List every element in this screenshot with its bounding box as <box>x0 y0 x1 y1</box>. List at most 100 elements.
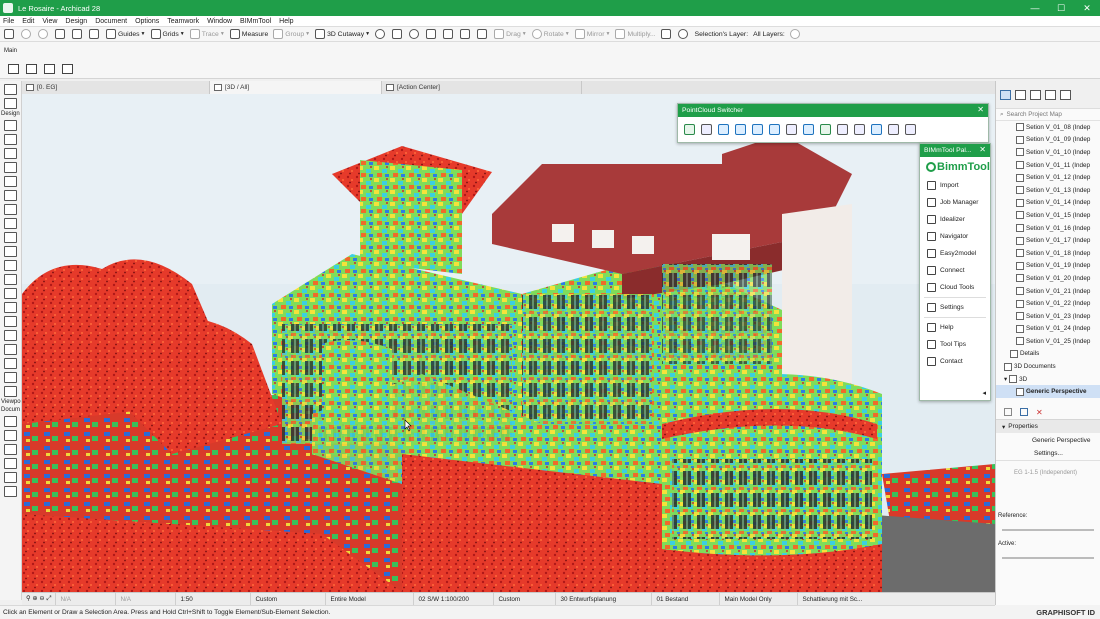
box-icon[interactable] <box>26 64 37 74</box>
layer-eye-button[interactable] <box>677 29 690 39</box>
pointcloud-layer-icon[interactable] <box>769 123 780 135</box>
properties-header[interactable]: ▾ Properties <box>996 419 1100 433</box>
stair-tool[interactable] <box>4 232 17 243</box>
bimmtool-connect[interactable]: Connect <box>920 262 990 279</box>
opening-tool[interactable] <box>4 330 17 341</box>
menu-edit[interactable]: Edit <box>22 18 34 25</box>
eyedropper-button[interactable] <box>72 29 84 39</box>
pointcloud-wave-icon[interactable] <box>871 123 882 135</box>
project-map-item[interactable]: Setion V_01_12 (Indep <box>996 171 1100 184</box>
scissors-button[interactable] <box>426 29 438 39</box>
fill-tool[interactable] <box>4 472 17 483</box>
bimmtool-cloud-tools[interactable]: Cloud Tools <box>920 279 990 296</box>
clone-view-icon[interactable] <box>1020 408 1028 416</box>
pointcloud-dots-icon[interactable] <box>786 123 797 135</box>
navigator-menu-icon[interactable] <box>1060 89 1071 100</box>
project-map-details[interactable]: Details <box>996 348 1100 361</box>
pointcloud-view-icon[interactable] <box>735 123 746 135</box>
pointcloud-sphere-icon[interactable] <box>820 123 831 135</box>
bimmtool-tool-tips[interactable]: Tool Tips <box>920 336 990 353</box>
column-tool[interactable] <box>4 134 17 145</box>
menu-document[interactable]: Document <box>95 18 127 25</box>
bimmtool-contact[interactable]: Contact <box>920 353 990 370</box>
zoom-controls[interactable]: ⚲ ⊕ ⊖ ⤢ <box>22 592 57 606</box>
project-map-item[interactable]: Setion V_01_22 (Indep <box>996 297 1100 310</box>
home-button[interactable] <box>4 29 16 39</box>
bimmtool-help[interactable]: Help <box>920 319 990 336</box>
menu-bimmtool[interactable]: BIMmTool <box>240 18 271 25</box>
orbit-icon[interactable] <box>44 64 55 74</box>
delete-view-icon[interactable]: ✕ <box>1036 408 1043 417</box>
project-map-item[interactable]: Setion V_01_20 (Indep <box>996 272 1100 285</box>
pointcloud-camera-icon[interactable] <box>752 123 763 135</box>
menu-options[interactable]: Options <box>135 18 159 25</box>
undo-button[interactable] <box>21 29 33 39</box>
corner-window-tool[interactable] <box>4 372 17 383</box>
project-map-item[interactable]: Setion V_01_11 (Indep <box>996 159 1100 172</box>
level-dimension-tool[interactable] <box>4 430 17 441</box>
pointcloud-eye-icon[interactable] <box>718 123 729 135</box>
project-map-item[interactable]: Setion V_01_14 (Indep <box>996 197 1100 210</box>
morph-tool[interactable] <box>4 274 17 285</box>
renovation-selector[interactable]: 01 Bestand <box>652 592 721 606</box>
project-map-item[interactable]: Setion V_01_21 (Indep <box>996 285 1100 298</box>
pointcloud-nodes-icon[interactable] <box>854 123 865 135</box>
shading-selector[interactable]: Schattierung mit Sc... <box>798 593 872 606</box>
3d-viewport[interactable]: PointCloud Switcher ✕ BIMmTool Pal... ✕ … <box>22 94 995 592</box>
bimmtool-navigator[interactable]: Navigator <box>920 228 990 245</box>
tab-action-center[interactable]: [Action Center] <box>382 81 582 94</box>
project-map-item[interactable]: Setion V_01_09 (Indep <box>996 134 1100 147</box>
menu-teamwork[interactable]: Teamwork <box>167 18 199 25</box>
pointcloud-slider-icon[interactable] <box>803 123 814 135</box>
project-map-item[interactable]: Setion V_01_08 (Indep <box>996 121 1100 134</box>
intersect-button[interactable] <box>477 29 489 39</box>
menu-design[interactable]: Design <box>65 18 87 25</box>
geometry-method-icon[interactable] <box>8 64 19 74</box>
layout-book-icon[interactable] <box>1030 89 1041 100</box>
project-map-3d-documents[interactable]: 3D Documents <box>996 360 1100 373</box>
curtain-wall-tool[interactable] <box>4 260 17 271</box>
door-tool[interactable] <box>4 204 17 215</box>
arrow-tool[interactable] <box>4 84 17 95</box>
project-map-item[interactable]: Setion V_01_19 (Indep <box>996 260 1100 273</box>
layer-settings-button[interactable] <box>660 29 673 39</box>
adjust-button[interactable] <box>460 29 472 39</box>
railing-tool[interactable] <box>4 246 17 257</box>
bimmtool-idealizer[interactable]: Idealizer <box>920 211 990 228</box>
scale-selector[interactable]: 1:50 <box>176 592 252 606</box>
bimmtool-palette-close-button[interactable]: ✕ <box>979 145 986 154</box>
project-map-item[interactable]: Setion V_01_23 (Indep <box>996 310 1100 323</box>
tab-3d[interactable]: [3D / All] <box>210 81 382 94</box>
project-map-item[interactable]: Setion V_01_24 (Indep <box>996 323 1100 336</box>
split-button[interactable] <box>443 29 455 39</box>
roof-tool[interactable] <box>4 176 17 187</box>
plan-selector[interactable]: 30 Entwurfsplanung <box>556 592 653 606</box>
drag-button[interactable]: Drag ▼ <box>494 29 527 39</box>
project-map-search[interactable]: ⌕ Search Project Map <box>996 109 1100 121</box>
marquee-button[interactable] <box>392 29 404 39</box>
bimmtool-easy2model[interactable]: Easy2model <box>920 245 990 262</box>
publisher-icon[interactable] <box>1045 89 1056 100</box>
custom-selector[interactable]: Custom <box>251 592 327 606</box>
project-map-generic-perspective[interactable]: Generic Perspective <box>996 385 1100 399</box>
grids-button[interactable]: Grids ▼ <box>150 29 185 39</box>
refresh-button[interactable] <box>789 29 802 39</box>
menu-window[interactable]: Window <box>207 18 232 25</box>
group-button[interactable]: Group ▼ <box>273 29 310 39</box>
measure-button[interactable]: Measure <box>229 29 268 39</box>
menu-help[interactable]: Help <box>279 18 293 25</box>
object-tool[interactable] <box>4 288 17 299</box>
lamp-tool[interactable] <box>4 344 17 355</box>
label-tool[interactable] <box>4 458 17 469</box>
drawing-scale-selector[interactable]: 02 S/W 1:100/200 <box>414 592 495 606</box>
bimmtool-job-manager[interactable]: Job Manager <box>920 194 990 211</box>
project-map-item[interactable]: Setion V_01_13 (Indep <box>996 184 1100 197</box>
reference-slider[interactable] <box>996 522 1100 538</box>
close-window-button[interactable]: ✕ <box>1074 0 1100 16</box>
wall-end-tool[interactable] <box>4 386 17 397</box>
wall-tool[interactable] <box>4 120 17 131</box>
redo-button[interactable] <box>38 29 50 39</box>
syringe-button[interactable] <box>89 29 101 39</box>
bimmtool-import[interactable]: Import <box>920 177 990 194</box>
menu-view[interactable]: View <box>42 18 57 25</box>
